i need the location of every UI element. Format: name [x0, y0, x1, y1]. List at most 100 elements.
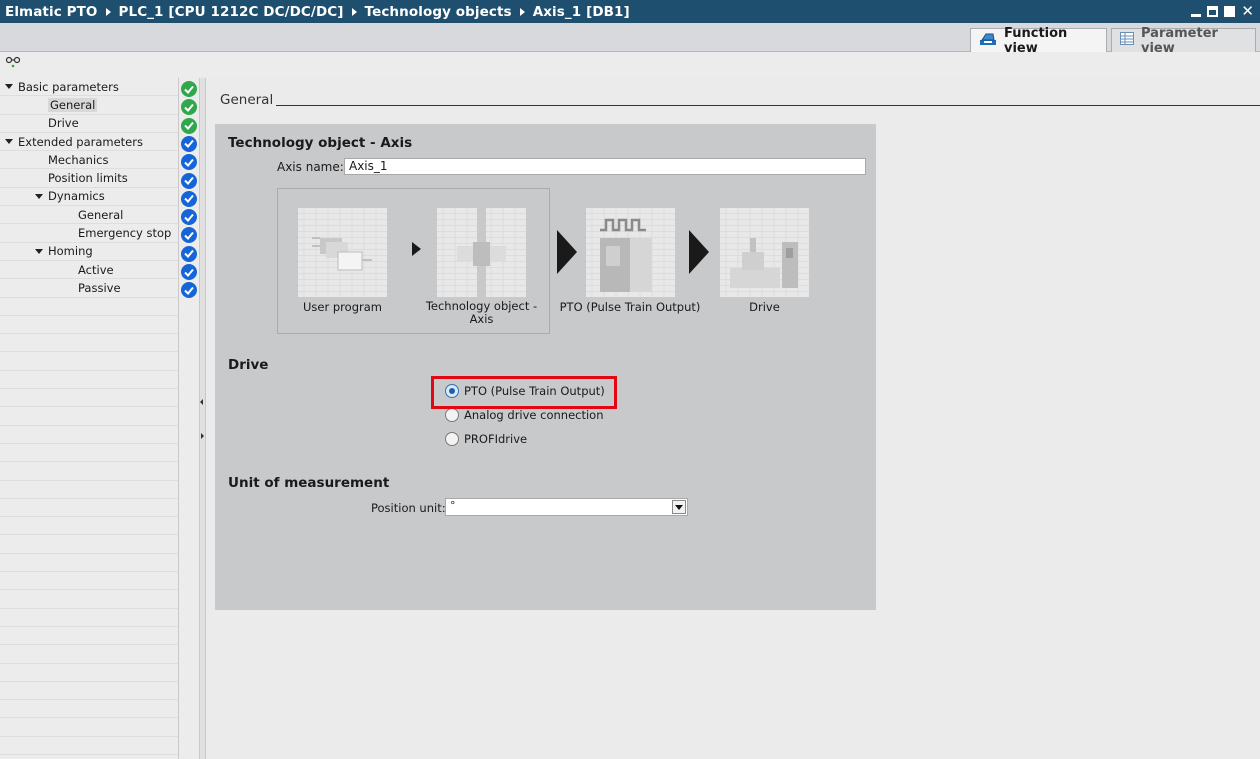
radio-button[interactable]: [445, 432, 459, 446]
radio-button[interactable]: [445, 408, 459, 422]
breadcrumb-separator-icon: [105, 7, 111, 16]
empty-row: [0, 389, 178, 408]
sidebar-item-dynamics[interactable]: Dynamics: [0, 188, 178, 207]
maximize-icon[interactable]: [1224, 5, 1236, 17]
empty-row: [0, 664, 178, 682]
empty-row: [0, 718, 178, 737]
sidebar-item-label: Passive: [78, 280, 121, 295]
empty-row: [0, 700, 178, 719]
breadcrumb-separator-icon: [519, 7, 525, 16]
status-check-icon: [181, 117, 197, 134]
empty-row: [0, 609, 178, 627]
breadcrumb-technology-objects[interactable]: Technology objects: [365, 4, 512, 20]
position-unit-select[interactable]: °: [445, 498, 688, 516]
tab-function-view-label: Function view: [1004, 25, 1068, 56]
sidebar-item-extended-parameters[interactable]: Extended parameters: [0, 133, 178, 152]
main-content: General Technology object - Axis Axis na…: [207, 78, 1260, 759]
status-check-icon: [181, 209, 197, 226]
position-unit-value: °: [450, 499, 456, 512]
sidebar-item-label: Mechanics: [48, 152, 109, 167]
float-window-icon[interactable]: [1207, 5, 1219, 17]
section-header-general: General: [220, 92, 274, 108]
status-check-icon: [181, 135, 197, 152]
sidebar-item-position-limits[interactable]: Position limits: [0, 169, 178, 188]
breadcrumb-project[interactable]: Elmatic PTO: [5, 4, 98, 20]
breadcrumb-separator-icon: [351, 7, 357, 16]
title-bar: Elmatic PTO PLC_1 [CPU 1212C DC/DC/DC] T…: [0, 0, 1260, 23]
status-column: [178, 78, 200, 759]
radio-analog-label: Analog drive connection: [464, 408, 604, 422]
tech-object-label: Technology object - Axis: [425, 299, 538, 326]
sidebar-item-label: Extended parameters: [18, 134, 143, 149]
caret-down-icon[interactable]: [35, 193, 43, 199]
radio-profidrive[interactable]: PROFIdrive: [445, 432, 527, 446]
collapse-left-icon[interactable]: [200, 399, 203, 405]
tab-function-view[interactable]: Function view: [970, 26, 1107, 56]
parameter-tree: Basic parameters General Drive Extended par…: [0, 78, 178, 759]
radio-profidrive-label: PROFIdrive: [464, 432, 528, 446]
drive-label: Drive: [749, 300, 780, 314]
caret-down-icon[interactable]: [5, 84, 13, 90]
tech-object-tile: [437, 208, 526, 297]
pane-splitter[interactable]: [200, 78, 206, 759]
sidebar-item-emergency-stop[interactable]: Emergency stop: [0, 224, 178, 243]
parameter-view-icon: [1120, 32, 1134, 49]
minimize-icon[interactable]: [1191, 13, 1202, 17]
position-unit-label: Position unit:: [371, 501, 446, 515]
sidebar-item-label: Dynamics: [48, 189, 105, 204]
sidebar-item-label: General: [48, 97, 98, 112]
sidebar-item-label: Active: [78, 262, 114, 277]
sidebar-item-drive[interactable]: Drive: [0, 115, 178, 133]
drive-icon: [720, 208, 809, 297]
caret-down-icon[interactable]: [35, 248, 43, 254]
empty-row: [0, 426, 178, 444]
caret-down-icon[interactable]: [5, 139, 13, 145]
sidebar-item-label: Basic parameters: [18, 79, 119, 94]
sidebar-item-passive[interactable]: Passive: [0, 279, 178, 298]
settings-panel: Technology object - Axis Axis name: Axis…: [215, 124, 876, 610]
sidebar-item-label: Emergency stop: [78, 226, 172, 241]
sidebar-item-active[interactable]: Active: [0, 261, 178, 280]
flow-arrow-icon: [689, 230, 709, 274]
tech-object-title: Technology object - Axis: [228, 135, 413, 151]
empty-row: [0, 737, 178, 755]
status-check-icon: [181, 227, 197, 244]
empty-row: [0, 481, 178, 499]
axis-name-input[interactable]: Axis_1: [344, 158, 866, 175]
expand-right-icon[interactable]: [201, 433, 204, 439]
empty-row: [0, 334, 178, 353]
section-divider: [276, 105, 1260, 106]
empty-row: [0, 645, 178, 664]
drive-section-title: Drive: [228, 357, 269, 373]
sidebar-item-mechanics[interactable]: Mechanics: [0, 151, 178, 170]
empty-row: [0, 444, 178, 463]
tab-parameter-view-label: Parameter view: [1141, 25, 1218, 56]
tab-parameter-view[interactable]: Parameter view: [1111, 26, 1256, 56]
sidebar-item-general[interactable]: General: [0, 206, 178, 225]
close-icon[interactable]: ✕: [1241, 4, 1254, 19]
empty-row: [0, 682, 178, 701]
toolbar: [0, 52, 1260, 76]
empty-row: [0, 298, 178, 316]
status-check-icon: [181, 99, 197, 116]
glasses-icon[interactable]: [5, 56, 21, 71]
pulse-train-icon: [586, 208, 675, 297]
axis-icon: [437, 208, 526, 297]
chevron-down-icon[interactable]: [672, 500, 686, 514]
empty-row: [0, 352, 178, 371]
flow-arrow-icon: [557, 230, 577, 274]
pto-label: PTO (Pulse Train Output): [559, 300, 701, 314]
breadcrumb-plc[interactable]: PLC_1 [CPU 1212C DC/DC/DC]: [119, 4, 344, 20]
sidebar-item-label: General: [78, 207, 124, 222]
sidebar-item-homing[interactable]: Homing: [0, 243, 178, 261]
window-controls: ✕: [1191, 4, 1254, 19]
sidebar-item-general[interactable]: General: [0, 96, 178, 115]
sidebar-item-basic-parameters[interactable]: Basic parameters: [0, 78, 178, 97]
user-program-icon: [298, 208, 387, 297]
radio-analog-drive[interactable]: Analog drive connection: [445, 408, 604, 422]
empty-row: [0, 535, 178, 554]
sidebar-item-label: Drive: [48, 116, 79, 131]
breadcrumb-axis[interactable]: Axis_1 [DB1]: [533, 4, 630, 20]
empty-row: [0, 554, 178, 573]
pto-tile: [586, 208, 675, 297]
